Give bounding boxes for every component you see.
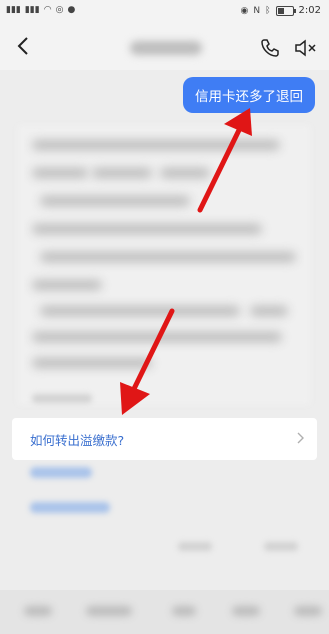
feedback-redacted[interactable] <box>264 542 298 551</box>
battery-icon <box>275 5 296 16</box>
redacted-text-line <box>92 168 152 178</box>
redacted-text-line <box>250 306 288 316</box>
suggestion-link-redacted[interactable] <box>30 502 110 513</box>
status-right: ◉ N ᛒ 2:02 <box>241 5 321 16</box>
status-time: 2:02 <box>298 5 321 16</box>
faq-question-row[interactable]: 如何转出溢缴款? <box>12 418 317 460</box>
suggestion-link-redacted[interactable] <box>30 467 92 478</box>
menu-item-redacted[interactable] <box>172 606 196 616</box>
menu-item-redacted[interactable] <box>24 606 52 616</box>
redacted-text-line <box>32 224 262 234</box>
app-notification-icon: ● <box>67 5 76 15</box>
back-button[interactable] <box>14 34 34 58</box>
wifi-icon: ◠ <box>43 5 52 15</box>
menu-item-redacted[interactable] <box>86 606 132 616</box>
redacted-text-line <box>40 306 240 316</box>
menu-item-redacted[interactable] <box>294 606 322 616</box>
menu-item-redacted[interactable] <box>232 606 260 616</box>
alarm-icon: ◎ <box>55 5 64 15</box>
status-bar: ▮▮▮ ▮▮▮ ◠ ◎ ● ◉ N ᛒ 2:02 <box>0 0 329 24</box>
bottom-menu-bar <box>0 590 329 634</box>
faq-question-text: 如何转出溢缴款? <box>30 433 125 448</box>
speaker-mute-icon <box>295 39 316 57</box>
redacted-text-line <box>32 168 88 178</box>
user-message-bubble: 信用卡还多了退回 <box>183 77 315 113</box>
redacted-text-line <box>40 252 296 262</box>
feedback-redacted[interactable] <box>178 542 212 551</box>
chevron-right-icon <box>297 432 304 444</box>
signal-icon: ▮▮▮ <box>6 5 21 15</box>
speaker-mute-button[interactable] <box>294 38 318 58</box>
redacted-text-line <box>32 332 282 342</box>
redacted-text-line <box>32 280 102 290</box>
phone-icon <box>261 39 279 57</box>
bluetooth-icon: ᛒ <box>265 5 271 16</box>
eye-icon: ◉ <box>240 5 249 16</box>
chat-title-redacted <box>130 41 202 55</box>
redacted-text-line <box>160 168 210 178</box>
redacted-text-line <box>40 196 190 206</box>
redacted-text-line <box>32 358 152 368</box>
signal-icon: ▮▮▮ <box>24 5 40 15</box>
chevron-left-icon <box>17 37 28 55</box>
status-left: ▮▮▮ ▮▮▮ ◠ ◎ ● <box>6 5 75 15</box>
redacted-meta <box>32 394 92 403</box>
nfc-icon: N <box>253 5 261 16</box>
chat-header <box>0 24 329 70</box>
phone-button[interactable] <box>260 38 280 58</box>
redacted-text-line <box>32 140 280 150</box>
